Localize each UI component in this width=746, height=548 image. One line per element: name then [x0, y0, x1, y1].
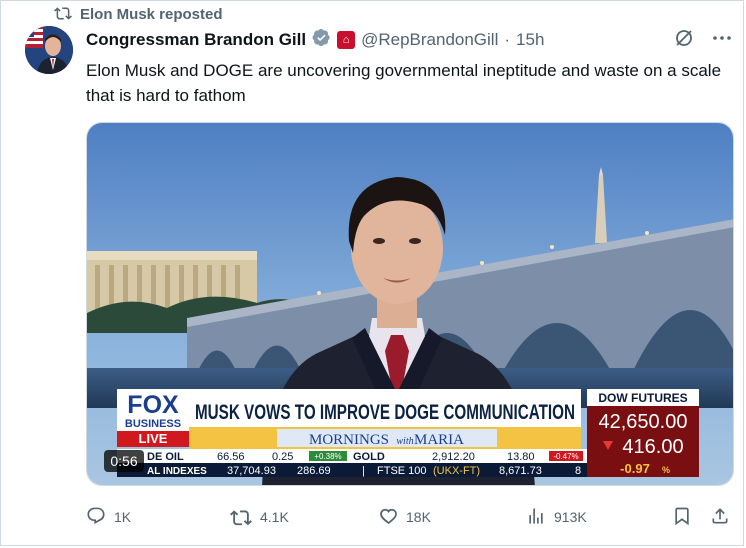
congress-affiliation-icon: ⌂ [337, 31, 356, 49]
ticker-index-change: 286.69 [297, 465, 331, 477]
ticker-index-value: 37,704.93 [227, 465, 276, 477]
dow-change: 416.00 [622, 436, 683, 458]
repost-icon [54, 4, 72, 24]
heart-icon [378, 506, 398, 529]
bookmark-icon [672, 506, 692, 529]
timestamp[interactable]: 15h [516, 30, 544, 50]
network-logo-text: FOX [127, 391, 179, 419]
show-with: with [396, 436, 413, 447]
show-host: MARIA [414, 432, 464, 448]
repost-indicator: Elon Musk reposted [54, 4, 223, 24]
share-icon [710, 506, 730, 529]
dow-pct: -0.97 [620, 461, 650, 476]
reply-count: 1K [114, 509, 132, 525]
ticker-ftse-extra: 8 [575, 465, 581, 477]
ticker-oil-change: 0.25 [272, 451, 293, 463]
ticker-gold-price: 2,912.20 [432, 451, 475, 463]
dow-value: 42,650.00 [599, 411, 688, 433]
bookmark-button[interactable] [672, 500, 692, 534]
ticker-gold-label: GOLD [353, 451, 385, 463]
ticker-gold-pct: -0.47% [553, 452, 578, 461]
analytics-icon [526, 506, 546, 529]
ticker-oil-pct: +0.38% [314, 452, 341, 461]
network-logo-subtext: BUSINESS [125, 418, 181, 430]
ticker-gold-change: 13.80 [507, 451, 535, 463]
retweet-icon [230, 506, 252, 529]
ticker-ftse-code: (UKX-FT) [433, 465, 480, 477]
avatar[interactable] [25, 26, 73, 74]
like-button[interactable]: 18K [378, 500, 431, 534]
show-name: MORNINGS [309, 432, 389, 448]
repost-count: 4.1K [260, 509, 289, 525]
ticker-ftse-label: FTSE 100 [377, 465, 427, 477]
header-actions [674, 28, 732, 53]
author-name[interactable]: Congressman Brandon Gill [86, 30, 306, 50]
chyron-headline: MUSK VOWS TO IMPROVE DOGE COMMUNICATION [195, 401, 575, 424]
grok-icon[interactable] [674, 28, 694, 53]
ticker-oil-price: 66.56 [217, 451, 245, 463]
dow-label: DOW FUTURES [598, 391, 687, 405]
author-handle[interactable]: @RepBrandonGill [361, 30, 498, 50]
repost-text[interactable]: Elon Musk reposted [80, 6, 223, 23]
share-button[interactable] [710, 500, 730, 534]
video-player[interactable]: FOX BUSINESS LIVE MUSK VOWS TO IMPROVE D… [86, 122, 734, 486]
live-badge: LIVE [139, 431, 168, 446]
view-count: 913K [554, 509, 587, 525]
tweet-header: Congressman Brandon Gill ⌂ @RepBrandonGi… [86, 28, 544, 52]
ticker-separator: | [362, 465, 365, 477]
more-options-icon[interactable] [712, 28, 732, 53]
views-button[interactable]: 913K [526, 500, 587, 534]
repost-button[interactable]: 4.1K [230, 500, 289, 534]
ticker-oil-label: DE OIL [147, 451, 184, 463]
tweet-actions: 1K 4.1K 18K 913K [86, 500, 736, 534]
like-count: 18K [406, 509, 431, 525]
separator: · [504, 30, 511, 49]
reply-button[interactable]: 1K [86, 500, 131, 534]
video-duration: 0:56 [104, 450, 144, 472]
ticker-index-label: AL INDEXES [147, 466, 207, 477]
tweet-text: Elon Musk and DOGE are uncovering govern… [86, 61, 722, 105]
dow-pct-unit: % [662, 465, 670, 475]
ticker-ftse-value: 8,671.73 [499, 465, 542, 477]
reply-icon [86, 506, 106, 529]
verified-badge-icon [312, 28, 331, 52]
